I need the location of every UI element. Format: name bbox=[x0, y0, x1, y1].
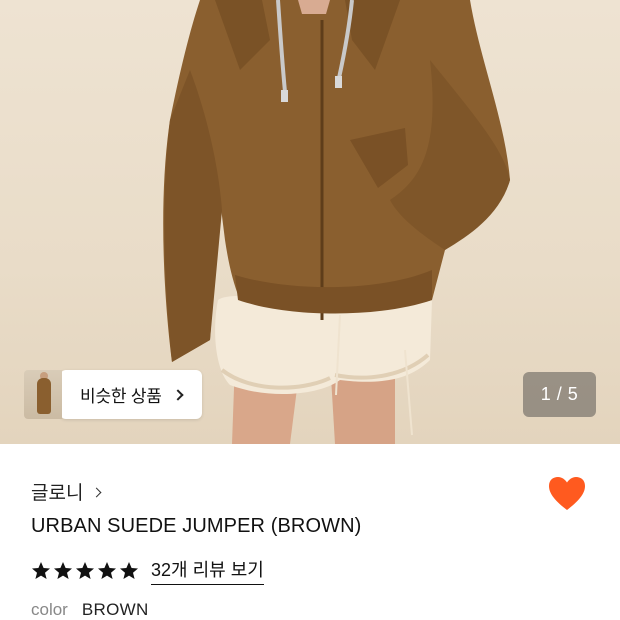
similar-products[interactable]: 비슷한 상품 bbox=[24, 370, 202, 419]
similar-products-label: 비슷한 상품 bbox=[80, 387, 162, 406]
star-icon bbox=[76, 561, 94, 579]
star-icon bbox=[120, 561, 138, 579]
color-value: BROWN bbox=[81, 600, 149, 619]
review-link[interactable]: 32개 리뷰 보기 bbox=[151, 556, 264, 585]
brand-link[interactable]: 글로니 bbox=[31, 478, 102, 505]
product-title: URBAN SUEDE JUMPER (BROWN) bbox=[31, 515, 362, 537]
star-icon bbox=[98, 561, 116, 579]
similar-products-button[interactable]: 비슷한 상품 bbox=[60, 370, 202, 419]
chevron-right-icon bbox=[92, 487, 102, 497]
color-label: color bbox=[31, 600, 68, 619]
color-option: color BROWN bbox=[31, 600, 149, 620]
star-icon bbox=[32, 561, 50, 579]
rating-row: 32개 리뷰 보기 bbox=[31, 556, 264, 585]
product-image[interactable]: 비슷한 상품 1 / 5 bbox=[0, 0, 620, 444]
chevron-right-icon bbox=[172, 389, 184, 401]
similar-thumbnail[interactable] bbox=[24, 370, 62, 419]
star-rating bbox=[31, 561, 139, 581]
image-counter: 1 / 5 bbox=[523, 372, 596, 417]
heart-icon[interactable] bbox=[548, 476, 586, 512]
star-icon bbox=[54, 561, 72, 579]
brand-name: 글로니 bbox=[31, 483, 84, 504]
thumbnail-figure bbox=[37, 378, 51, 414]
